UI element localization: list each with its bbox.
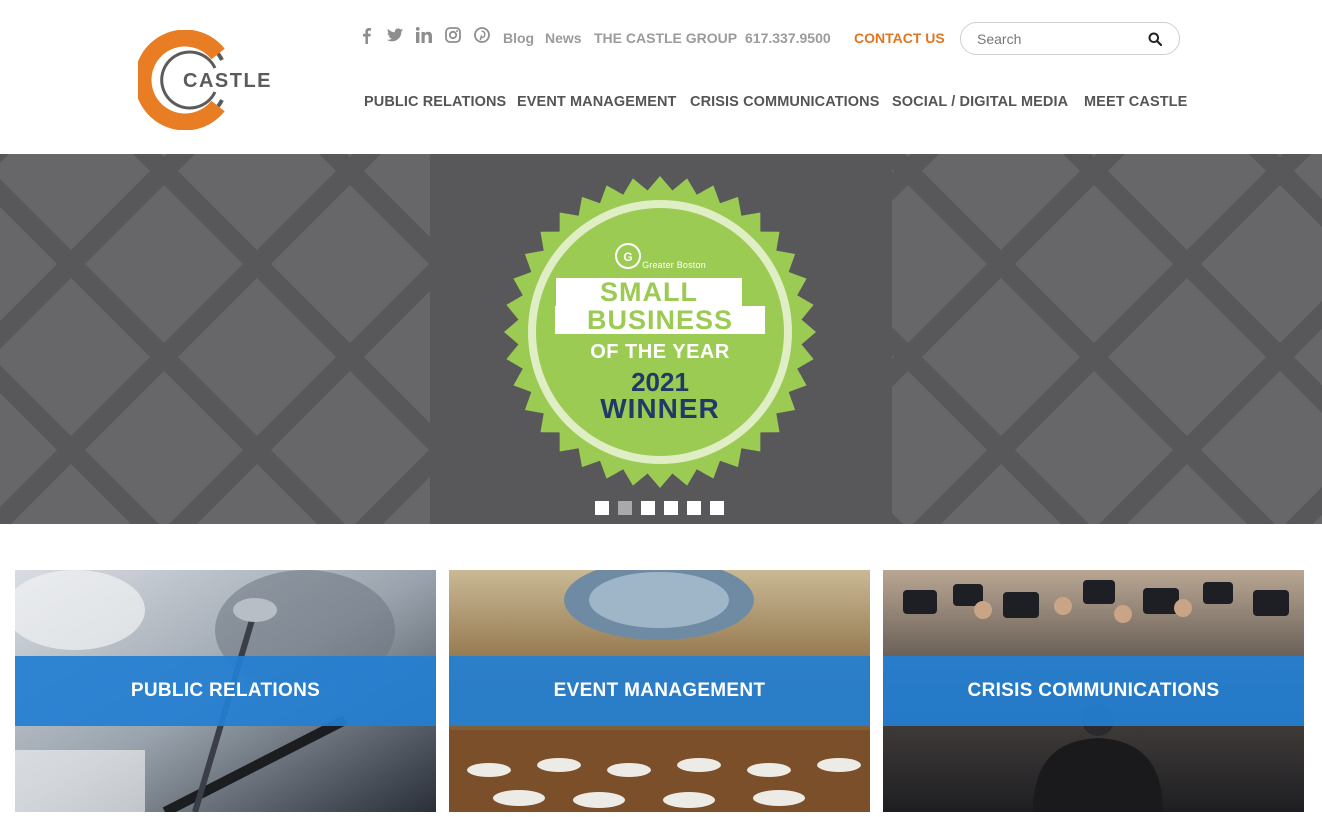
phone-link[interactable]: 617.337.9500 xyxy=(745,30,831,46)
social-links xyxy=(358,26,503,44)
castle-group-link[interactable]: THE CASTLE GROUP xyxy=(594,30,737,46)
slider-dot-2[interactable] xyxy=(618,501,632,515)
slider-pagination xyxy=(595,501,733,515)
nav-event-management[interactable]: EVENT MANAGEMENT xyxy=(517,94,677,110)
slider-dot-1[interactable] xyxy=(595,501,609,515)
card-public-relations[interactable]: PUBLIC RELATIONS xyxy=(15,570,436,812)
slider-dot-6[interactable] xyxy=(710,501,724,515)
card-band: EVENT MANAGEMENT xyxy=(449,656,870,726)
slider-dot-4[interactable] xyxy=(664,501,678,515)
chamber-title: Greater Boston xyxy=(642,260,706,270)
blog-link[interactable]: Blog xyxy=(503,30,534,46)
badge-of-the-year-text: OF THE YEAR xyxy=(590,341,730,363)
nav-public-relations[interactable]: PUBLIC RELATIONS xyxy=(364,94,506,110)
hero-slider: G Greater Boston SMALL BUSINESS OF THE Y… xyxy=(0,154,1322,524)
card-event-management[interactable]: EVENT MANAGEMENT xyxy=(449,570,870,812)
card-title: PUBLIC RELATIONS xyxy=(130,680,321,701)
contact-us-link[interactable]: CONTACT US xyxy=(854,30,945,46)
search-box xyxy=(960,22,1180,55)
nav-meet-castle[interactable]: MEET CASTLE xyxy=(1084,94,1187,110)
slider-dot-3[interactable] xyxy=(641,501,655,515)
card-band: CRISIS COMMUNICATIONS xyxy=(883,656,1304,726)
badge-small-text: SMALL xyxy=(556,278,742,306)
logo-wordmark: CASTLE xyxy=(183,70,272,92)
badge-winner-text: WINNER xyxy=(600,393,720,424)
facebook-icon[interactable] xyxy=(358,26,374,44)
card-band: PUBLIC RELATIONS xyxy=(15,656,436,726)
chamber-name: Greater Boston xyxy=(504,260,816,270)
small-business-award-badge: G Greater Boston SMALL BUSINESS OF THE Y… xyxy=(504,176,816,488)
slider-dot-5[interactable] xyxy=(687,501,701,515)
castle-logo[interactable]: CASTLE xyxy=(138,30,278,130)
card-title: EVENT MANAGEMENT xyxy=(553,680,766,701)
pinterest-icon[interactable] xyxy=(474,26,490,44)
card-crisis-communications[interactable]: CRISIS COMMUNICATIONS xyxy=(883,570,1304,812)
instagram-icon[interactable] xyxy=(445,26,461,44)
search-icon[interactable] xyxy=(1148,32,1162,46)
twitter-icon[interactable] xyxy=(387,26,403,44)
nav-crisis-communications[interactable]: CRISIS COMMUNICATIONS xyxy=(690,94,880,110)
search-input[interactable] xyxy=(977,30,1137,48)
badge-business-text: BUSINESS xyxy=(555,306,765,334)
nav-social-digital-media[interactable]: SOCIAL / DIGITAL MEDIA xyxy=(892,94,1068,110)
linkedin-icon[interactable] xyxy=(416,26,432,44)
news-link[interactable]: News xyxy=(545,30,582,46)
card-title: CRISIS COMMUNICATIONS xyxy=(967,680,1220,701)
